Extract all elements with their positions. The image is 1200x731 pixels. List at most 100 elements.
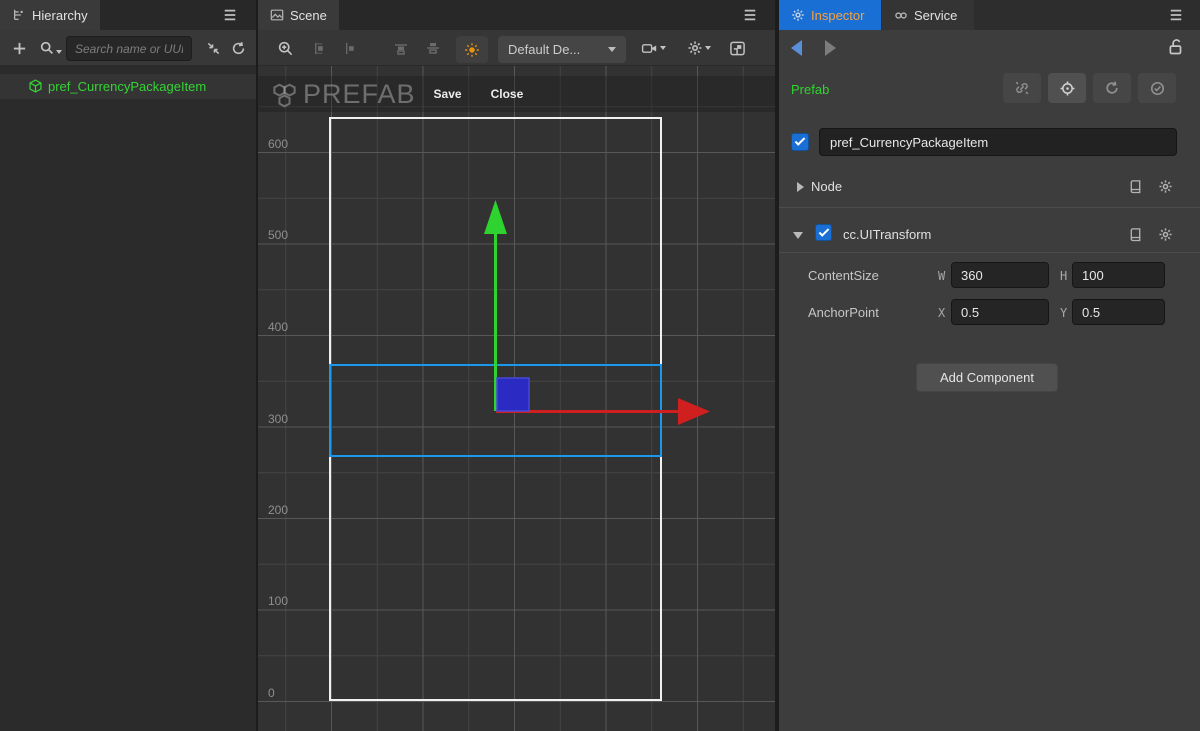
align-center-v-icon[interactable] (338, 37, 360, 59)
anchor-point-y-label: Y (1060, 306, 1067, 320)
prefab-section-label: Prefab (791, 82, 829, 97)
content-size-h-label: H (1060, 269, 1067, 283)
node-name-input[interactable] (819, 128, 1177, 156)
uitransform-expand-icon[interactable] (793, 232, 803, 239)
ruler-label-0: 0 (268, 686, 308, 700)
gizmo-x-arrowhead-icon[interactable] (678, 398, 710, 425)
hierarchy-search-box (66, 36, 192, 61)
hierarchy-tabbar: Hierarchy (0, 0, 256, 30)
minimap-toggle-icon[interactable] (726, 37, 748, 59)
camera-settings-dropdown[interactable] (636, 37, 670, 59)
anchor-point-x-label: X (938, 306, 945, 320)
content-size-w-input[interactable] (951, 262, 1049, 288)
tab-scene-label: Scene (290, 8, 327, 23)
content-size-w-label: W (938, 269, 945, 283)
refresh-icon[interactable] (227, 37, 249, 59)
hierarchy-toolbar (0, 30, 256, 66)
uitransform-section-header[interactable]: cc.UITransform (779, 218, 1200, 252)
device-mode-caret-icon (608, 47, 616, 52)
prefab-watermark-label: PREFAB (303, 81, 416, 108)
scene-viewport[interactable]: 600 500 400 300 200 100 0 (258, 66, 775, 731)
align-middle-h-icon[interactable] (422, 37, 444, 59)
hierarchy-panel: Hierarchy (0, 0, 256, 731)
zoom-tool-icon[interactable] (274, 37, 296, 59)
collapse-all-icon[interactable] (202, 37, 224, 59)
node-docs-icon[interactable] (1128, 179, 1144, 195)
inspector-body: Prefab (779, 30, 1200, 731)
node-section-header[interactable]: Node (779, 170, 1200, 204)
prefab-close-button[interactable]: Close (491, 87, 524, 101)
hierarchy-menu-icon[interactable] (222, 8, 238, 22)
gizmo-light-toggle[interactable] (456, 36, 488, 63)
tab-inspector[interactable]: Inspector (779, 0, 881, 30)
inspector-tabbar: Inspector Service (779, 0, 1200, 30)
nav-forward-icon[interactable] (825, 40, 836, 56)
ruler-label-600: 600 (268, 137, 308, 151)
node-selection-outline (329, 364, 662, 457)
hierarchy-tree-icon (12, 8, 26, 22)
hierarchy-search-input[interactable] (67, 42, 191, 56)
camera-caret-icon (660, 46, 666, 50)
ruler-label-300: 300 (268, 412, 308, 426)
align-top-icon[interactable] (390, 37, 412, 59)
prefab-apply-button[interactable] (1138, 73, 1176, 103)
device-mode-dropdown[interactable]: Default De... (498, 36, 626, 63)
checkbox-check-icon (795, 135, 806, 146)
scene-panel: Scene (258, 0, 775, 731)
editor-window: Hierarchy (0, 0, 1200, 731)
scene-toolbar: Default De... (258, 30, 775, 66)
hierarchy-item-prefab-root[interactable]: pref_CurrencyPackageItem (0, 74, 256, 99)
ruler-label-100: 100 (268, 594, 308, 608)
tab-inspector-label: Inspector (811, 8, 864, 23)
tab-hierarchy[interactable]: Hierarchy (0, 0, 100, 30)
node-section-label: Node (811, 179, 842, 194)
uitransform-enabled-checkbox[interactable] (815, 224, 832, 241)
unlock-icon[interactable] (1167, 38, 1185, 56)
scene-image-icon (270, 8, 284, 22)
node-active-checkbox[interactable] (791, 133, 809, 151)
align-left-icon[interactable] (308, 37, 330, 59)
anchor-point-x-input[interactable] (951, 299, 1049, 325)
prefab-watermark: PREFAB (271, 81, 416, 108)
prefab-watermark-cube-icon (271, 81, 298, 108)
scene-gear-dropdown[interactable] (682, 37, 716, 59)
content-size-h-input[interactable] (1072, 262, 1165, 288)
node-gear-icon[interactable] (1158, 179, 1174, 195)
prefab-edit-bar: PREFAB Save Close (258, 76, 775, 112)
node-collapse-icon[interactable] (797, 182, 804, 192)
ruler-label-400: 400 (268, 320, 308, 334)
tab-service[interactable]: Service (882, 0, 974, 30)
section-divider (779, 207, 1200, 208)
uitransform-gear-icon[interactable] (1158, 227, 1174, 243)
tab-service-label: Service (914, 8, 957, 23)
checkbox-check-icon (819, 226, 830, 237)
inspector-menu-icon[interactable] (1168, 8, 1184, 22)
content-size-label: ContentSize (808, 268, 879, 283)
anchor-point-label: AnchorPoint (808, 305, 879, 320)
scene-gear-caret-icon (705, 46, 711, 50)
search-filter-button[interactable] (36, 37, 64, 59)
anchor-point-y-input[interactable] (1072, 299, 1165, 325)
service-link-icon (894, 8, 908, 22)
uitransform-docs-icon[interactable] (1128, 227, 1144, 243)
uitransform-section-label: cc.UITransform (843, 227, 931, 242)
section-divider (779, 252, 1200, 253)
scene-tabbar: Scene (258, 0, 775, 30)
inspector-gear-icon (791, 8, 805, 22)
ruler-label-200: 200 (268, 503, 308, 517)
add-component-button[interactable]: Add Component (916, 363, 1058, 392)
search-filter-caret-icon (56, 50, 62, 54)
ruler-label-500: 500 (268, 228, 308, 242)
add-node-button[interactable] (8, 37, 30, 59)
prefab-reset-button[interactable] (1093, 73, 1131, 103)
tab-hierarchy-label: Hierarchy (32, 8, 88, 23)
nav-back-icon[interactable] (791, 40, 802, 56)
prefab-locate-button[interactable] (1048, 73, 1086, 103)
inspector-panel: Inspector Service (779, 0, 1200, 731)
prefab-save-button[interactable]: Save (434, 87, 462, 101)
scene-menu-icon[interactable] (742, 8, 758, 22)
prefab-unlink-button[interactable] (1003, 73, 1041, 103)
prefab-cube-icon (28, 79, 43, 94)
hierarchy-item-label: pref_CurrencyPackageItem (48, 79, 206, 94)
tab-scene[interactable]: Scene (258, 0, 339, 30)
